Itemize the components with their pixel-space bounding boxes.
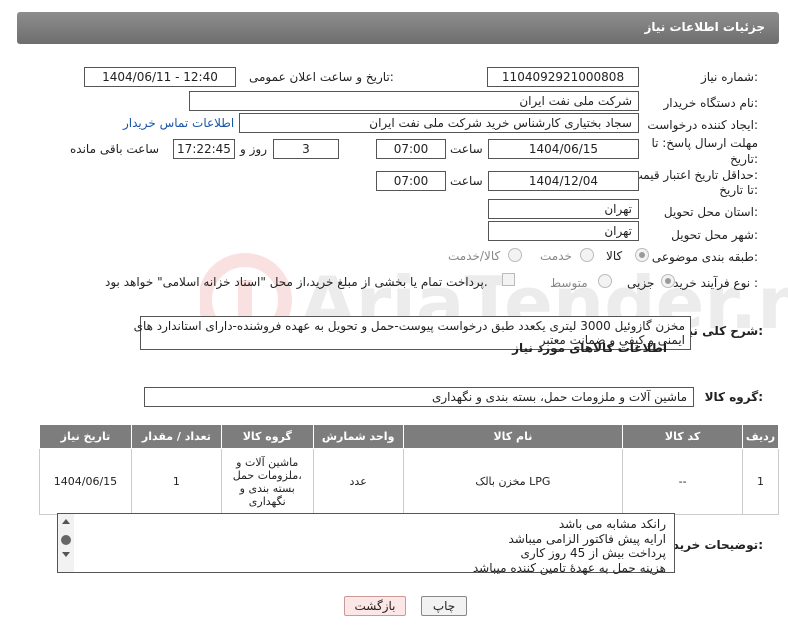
page-title: جزئیات اطلاعات نیاز xyxy=(644,20,765,34)
deadline-date-field: 1404/06/15 xyxy=(488,139,639,159)
buyer-org-label: نام دستگاه خریدار: xyxy=(663,96,759,110)
days-field: 3 xyxy=(273,139,339,159)
col-name: نام کالا xyxy=(402,424,624,449)
announce-field: 1404/06/11 - 12:40 xyxy=(84,67,236,87)
group-field: ماشین آلات و ملزومات حمل، بسته بندی و نگ… xyxy=(144,387,694,407)
category-goods-radio[interactable] xyxy=(635,248,649,262)
cell-group-line-3: بسته بندی و xyxy=(239,481,295,495)
col-date: تاریخ نیاز xyxy=(39,424,132,449)
cell-index: 1 xyxy=(741,448,780,515)
page-frame: جزئیات اطلاعات نیاز AriaTender.neT شماره… xyxy=(5,0,788,632)
buyer-notes-line-4: هزینه حمل به عهدهٔ تامین کننده میباشد xyxy=(472,560,666,575)
requester-field: سجاد بختیاری کارشناس خرید شرکت ملی نفت ا… xyxy=(239,113,639,133)
price-date-field: 1404/12/04 xyxy=(488,171,639,191)
buyer-notes-line-1: رانکد مشابه می باشد xyxy=(558,517,666,531)
buyer-notes-scrollbar[interactable] xyxy=(58,514,74,572)
items-table-header: تاریخ نیاز تعداد / مقدار گروه کالا واحد … xyxy=(39,424,780,449)
cell-date: 1404/06/15 xyxy=(39,448,132,515)
remaining-time-field: 17:22:45 xyxy=(173,139,235,159)
cell-code: -- xyxy=(622,448,743,515)
col-qty: تعداد / مقدار xyxy=(130,424,222,449)
items-heading: اطلاعات کالاهای مورد نیاز xyxy=(512,341,667,355)
days-label: روز و xyxy=(240,142,267,156)
remaining-label: ساعت باقی مانده xyxy=(70,142,160,156)
back-button[interactable]: بازگشت xyxy=(344,596,406,616)
col-index: ردیف xyxy=(741,424,780,449)
cell-group-line-4: نگهداری xyxy=(248,494,286,508)
price-validity-label-1: حداقل تاریخ اعتبار قیمت: xyxy=(631,168,758,182)
category-both-radio[interactable] xyxy=(508,248,522,262)
cell-unit: عدد xyxy=(312,448,404,515)
scroll-up-icon[interactable] xyxy=(62,519,70,524)
col-code: کد کالا xyxy=(622,424,743,449)
deadline-time-field: 07:00 xyxy=(376,139,446,159)
scroll-thumb-icon[interactable] xyxy=(61,535,71,545)
deadline-label-2: تاریخ: xyxy=(730,152,758,166)
buyer-notes-line-3: پرداخت بیش از 45 روز کاری xyxy=(520,546,666,560)
buyer-notes-label: توضیحات خریدار: xyxy=(661,538,763,552)
category-service-label: خدمت xyxy=(540,249,572,263)
announce-label: تاریخ و ساعت اعلان عمومی: xyxy=(249,70,394,84)
province-label: استان محل تحویل: xyxy=(663,205,758,219)
cell-name: مخزن بالک LPG xyxy=(402,448,624,515)
price-validity-label-2: تا تاریخ: xyxy=(719,183,758,197)
buyer-notes-line-2: ارایه پیش فاکتور الزامی میباشد xyxy=(508,531,666,546)
cell-group-line-2: ملزومات حمل، xyxy=(232,468,302,482)
deadline-hour-label: ساعت xyxy=(450,142,483,156)
deadline-label-1: مهلت ارسال پاسخ: تا xyxy=(651,136,758,150)
col-unit: واحد شمارش xyxy=(312,424,404,449)
cell-group-line-1: ماشین آلات و xyxy=(236,455,299,469)
process-label: نوع فرآیند خرید : xyxy=(673,276,758,290)
buyer-contact-link[interactable]: اطلاعات تماس خریدار xyxy=(123,116,234,130)
cell-qty: 1 xyxy=(130,448,222,515)
process-medium-label: متوسط xyxy=(550,276,588,290)
need-number-label: شماره نیاز: xyxy=(700,70,758,84)
province-field: تهران xyxy=(488,199,639,219)
process-medium-radio[interactable] xyxy=(598,274,612,288)
city-label: شهر محل تحویل: xyxy=(671,228,758,242)
buyer-notes-box: رانکد مشابه می باشد ارایه پیش فاکتور الز… xyxy=(57,513,675,575)
treasury-checkbox[interactable] xyxy=(502,273,515,286)
scroll-down-icon[interactable] xyxy=(62,552,70,557)
process-partial-radio[interactable] xyxy=(661,274,675,288)
summary-line-1: مخزن گازوئیل 3000 لیتری یکعدد طبق درخواس… xyxy=(133,319,685,333)
requester-label: ایجاد کننده درخواست: xyxy=(647,118,758,132)
category-service-radio[interactable] xyxy=(580,248,594,262)
price-hour-label: ساعت xyxy=(450,174,483,188)
need-number-field: 1104092921000808 xyxy=(487,67,639,87)
page-header: جزئیات اطلاعات نیاز xyxy=(17,12,779,44)
cell-group: ماشین آلات و ملزومات حمل، بسته بندی و نگ… xyxy=(220,448,314,515)
items-table: تاریخ نیاز تعداد / مقدار گروه کالا واحد … xyxy=(39,424,780,515)
col-group: گروه کالا xyxy=(220,424,314,449)
table-row: 1404/06/15 1 ماشین آلات و ملزومات حمل، ب… xyxy=(39,448,780,515)
process-partial-label: جزیی xyxy=(627,276,655,290)
buyer-org-field: شرکت ملی نفت ایران xyxy=(189,91,639,111)
group-label: گروه کالا: xyxy=(704,390,763,404)
treasury-note: پرداخت تمام یا بخشی از مبلغ خرید،از محل … xyxy=(105,275,488,289)
price-time-field: 07:00 xyxy=(376,171,446,191)
category-goods-label: کالا xyxy=(606,249,623,263)
city-field: تهران xyxy=(488,221,639,241)
print-button[interactable]: چاپ xyxy=(421,596,467,616)
category-label: طبقه بندی موضوعی: xyxy=(651,250,758,264)
category-both-label: کالا/خدمت xyxy=(448,249,501,263)
